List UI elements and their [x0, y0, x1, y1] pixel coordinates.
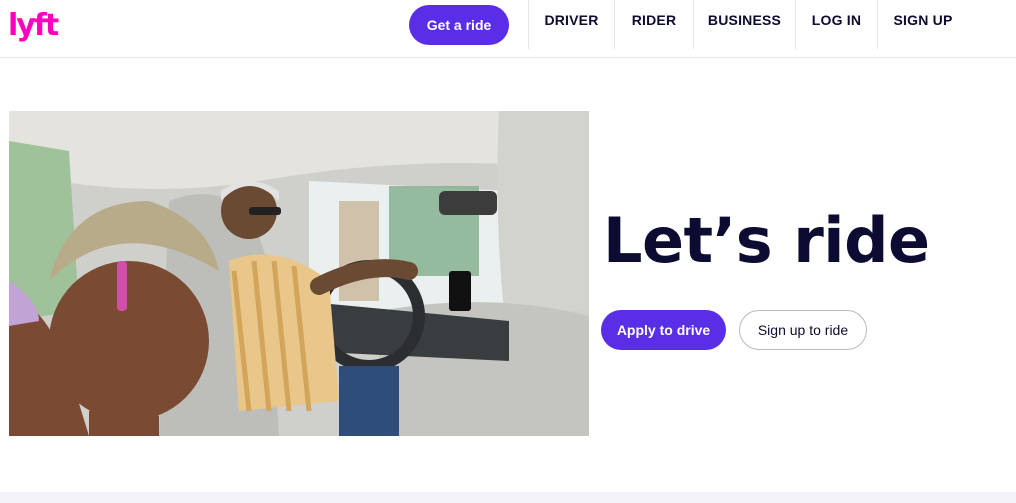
lyft-logo[interactable]: lyft: [8, 8, 61, 43]
get-a-ride-button[interactable]: Get a ride: [409, 5, 509, 45]
nav-log-in[interactable]: LOG IN: [795, 0, 877, 49]
nav-business-label: BUSINESS: [707, 12, 782, 28]
site-header: lyft Get a ride DRIVER RIDER BUSINESS LO…: [0, 0, 1016, 58]
nav-sign-up[interactable]: SIGN UP: [877, 0, 968, 49]
nav-driver[interactable]: DRIVER: [528, 0, 614, 49]
nav-log-in-label: LOG IN: [811, 12, 862, 28]
apply-to-drive-button[interactable]: Apply to drive: [601, 310, 726, 350]
nav-rider[interactable]: RIDER: [614, 0, 693, 49]
nav-business[interactable]: BUSINESS: [693, 0, 795, 49]
sign-up-to-ride-button[interactable]: Sign up to ride: [739, 310, 867, 350]
main-nav: DRIVER RIDER BUSINESS LOG IN SIGN UP: [528, 0, 968, 58]
hero-headline: Let’s ride: [603, 204, 930, 277]
nav-sign-up-label: SIGN UP: [893, 12, 953, 28]
nav-rider-label: RIDER: [631, 12, 677, 28]
next-section-edge: [0, 492, 1016, 503]
svg-text:lyft: lyft: [8, 8, 59, 42]
hero-image: [9, 111, 589, 436]
nav-driver-label: DRIVER: [544, 12, 599, 28]
